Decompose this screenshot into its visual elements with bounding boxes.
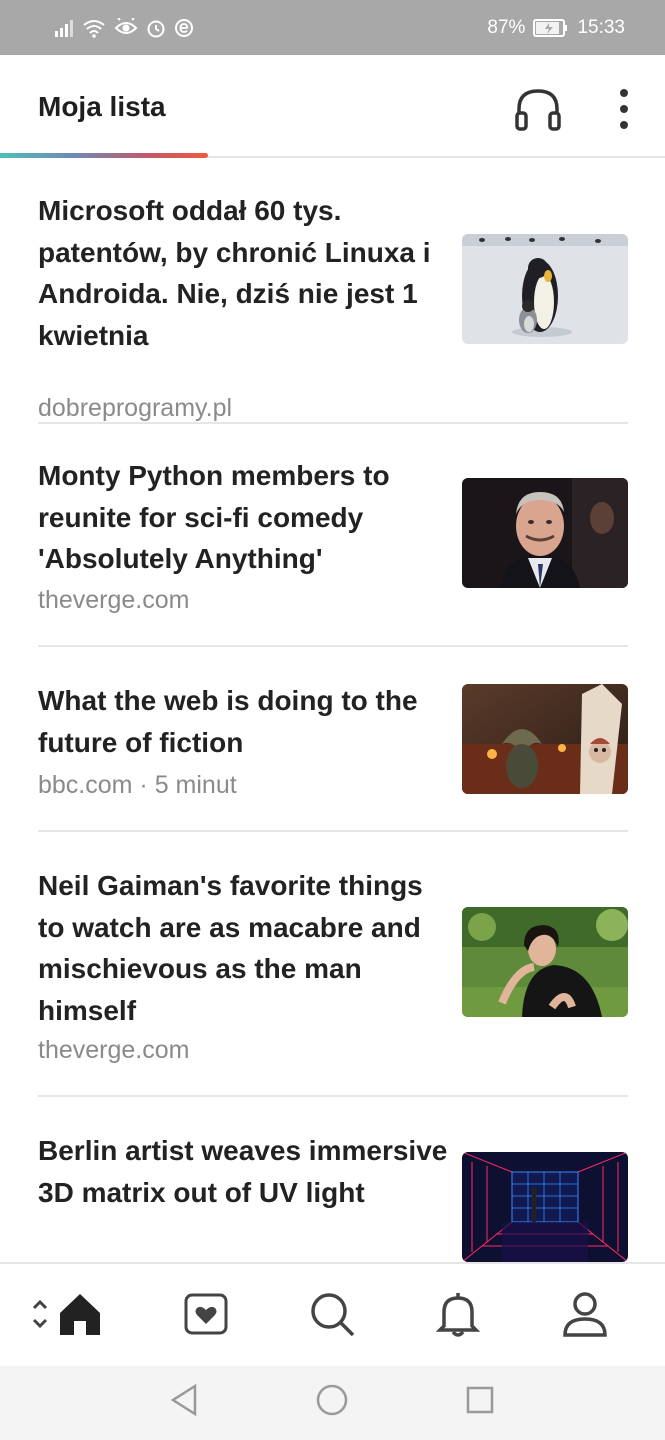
list-item[interactable]: Microsoft oddał 60 tys. patentów, by chr… xyxy=(38,190,628,424)
list-item[interactable]: Monty Python members to reunite for sci-… xyxy=(38,455,628,647)
article-title[interactable]: Neil Gaiman's favorite things to watch a… xyxy=(38,865,448,1031)
app-header: Moja lista xyxy=(0,55,665,158)
divider xyxy=(38,645,628,647)
article-source: theverge.com xyxy=(38,1036,190,1064)
system-recents-button[interactable] xyxy=(460,1382,500,1422)
clock: 15:33 xyxy=(577,16,625,38)
portrait-thumbnail[interactable] xyxy=(462,478,628,588)
home-icon xyxy=(56,1291,104,1342)
headphones-icon xyxy=(512,89,564,137)
home-circle-icon xyxy=(315,1383,349,1422)
article-source: theverge.com xyxy=(38,586,190,614)
uv-light-room-thumbnail[interactable] xyxy=(462,1152,628,1262)
system-nav xyxy=(0,1366,665,1440)
eye-icon xyxy=(114,17,138,38)
article-title[interactable]: Monty Python members to reunite for sci-… xyxy=(38,455,448,580)
back-icon xyxy=(169,1383,199,1422)
saved-heart-icon xyxy=(183,1292,229,1341)
tab-indicator xyxy=(0,153,208,158)
system-home-button[interactable] xyxy=(312,1382,352,1422)
status-right: 87% 15:33 xyxy=(487,17,625,39)
nav-home[interactable] xyxy=(52,1288,108,1344)
signal-icon xyxy=(54,19,74,37)
profile-icon xyxy=(562,1291,608,1342)
more-options-button[interactable] xyxy=(608,87,640,131)
article-source: bbc.com · 5 minut xyxy=(38,771,237,799)
article-title[interactable]: Berlin artist weaves immersive 3D matrix… xyxy=(38,1130,448,1213)
article-list: Microsoft oddał 60 tys. patentów, by chr… xyxy=(0,160,665,1262)
fantasy-scene-thumbnail[interactable] xyxy=(462,684,628,794)
page-title: Moja lista xyxy=(38,91,166,122)
bell-icon xyxy=(435,1290,481,1343)
divider xyxy=(38,830,628,832)
recents-icon xyxy=(465,1385,495,1420)
battery-icon xyxy=(533,18,569,37)
article-source: dobreprogramy.pl xyxy=(38,394,233,422)
chevron-up-down-icon xyxy=(30,1299,50,1338)
article-title[interactable]: Microsoft oddał 60 tys. patentów, by chr… xyxy=(38,190,448,356)
alarm-icon xyxy=(146,18,166,38)
status-bar: 87% 15:33 xyxy=(0,0,665,55)
e-icon xyxy=(174,18,194,38)
nav-search[interactable] xyxy=(304,1288,360,1344)
man-in-grass-thumbnail[interactable] xyxy=(462,907,628,1017)
system-back-button[interactable] xyxy=(164,1382,204,1422)
penguins-thumbnail[interactable] xyxy=(462,234,628,344)
battery-percent: 87% xyxy=(487,16,526,38)
screen: 87% 15:33 Moja lista Microsoft oddał 60 … xyxy=(0,0,665,1440)
nav-profile[interactable] xyxy=(557,1288,613,1344)
bottom-nav xyxy=(0,1262,665,1366)
list-item[interactable]: Neil Gaiman's favorite things to watch a… xyxy=(38,865,628,1097)
list-item[interactable]: Berlin artist weaves immersive 3D matrix… xyxy=(38,1130,628,1262)
divider xyxy=(38,422,628,424)
list-item[interactable]: What the web is doing to the future of f… xyxy=(38,680,628,832)
wifi-icon xyxy=(82,18,106,38)
expand-toggle[interactable] xyxy=(30,1294,50,1334)
listen-button[interactable] xyxy=(512,85,564,133)
divider xyxy=(38,1095,628,1097)
search-icon xyxy=(309,1291,355,1342)
status-left-icons xyxy=(54,17,194,38)
more-vertical-icon xyxy=(608,89,640,135)
article-title[interactable]: What the web is doing to the future of f… xyxy=(38,680,448,763)
nav-notifications[interactable] xyxy=(430,1288,486,1344)
nav-saved[interactable] xyxy=(178,1288,234,1344)
